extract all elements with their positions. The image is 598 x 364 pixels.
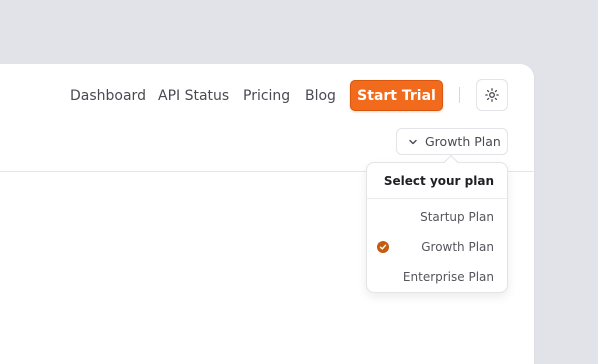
plan-option-growth[interactable]: Growth Plan [367, 232, 507, 262]
plan-option-enterprise[interactable]: Enterprise Plan [367, 262, 507, 292]
nav-link-blog[interactable]: Blog [305, 88, 336, 104]
start-trial-label: Start Trial [357, 87, 436, 104]
plan-option-label: Enterprise Plan [402, 270, 494, 284]
dropdown-title: Select your plan [383, 174, 494, 188]
checkmark-icon [377, 241, 389, 253]
plan-option-startup[interactable]: Startup Plan [367, 202, 507, 232]
plan-option-label: Startup Plan [420, 210, 494, 224]
nav-link-dashboard[interactable]: Dashboard [70, 88, 146, 104]
nav-link-api-status[interactable]: API Status [158, 88, 229, 104]
plan-select-value: Growth Plan [425, 134, 501, 149]
nav-link-pricing[interactable]: Pricing [243, 88, 290, 104]
theme-toggle-button[interactable] [476, 79, 508, 111]
plan-dropdown-menu: Select your plan Startup Plan Growth Pla… [366, 154, 508, 293]
chevron-down-icon [409, 139, 417, 144]
plan-select[interactable]: Growth Plan [396, 128, 508, 155]
start-trial-button[interactable]: Start Trial [350, 80, 443, 111]
dropdown-separator [367, 198, 507, 199]
nav-divider [459, 87, 460, 103]
plan-option-label: Growth Plan [421, 240, 494, 254]
sun-icon [485, 88, 499, 102]
